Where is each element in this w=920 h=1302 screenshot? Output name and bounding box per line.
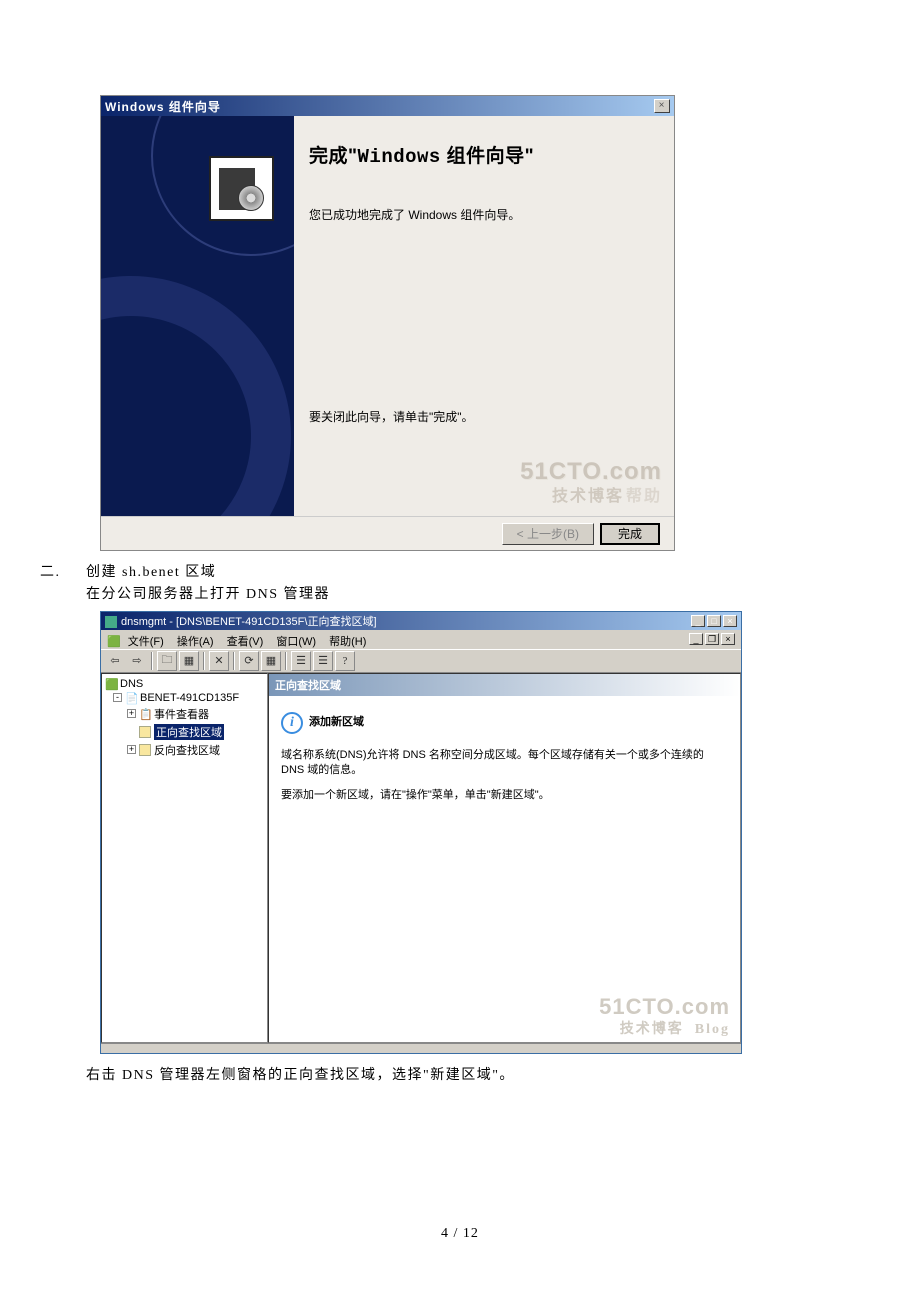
up-folder-icon[interactable]: 🗀 [157, 651, 177, 671]
detail-header: 正向查找区域 [269, 674, 740, 696]
page-number: 4 / 12 [0, 1226, 920, 1242]
nav-fwd-icon[interactable]: ⇨ [127, 651, 147, 671]
menu-window[interactable]: 窗口(W) [276, 636, 316, 648]
mdi-minimize-icon[interactable]: _ [689, 633, 703, 645]
menu-help[interactable]: 帮助(H) [329, 636, 366, 648]
back-button: < 上一步(B) [502, 523, 594, 545]
maximize-icon[interactable]: □ [707, 615, 721, 627]
tree-forward-zones[interactable]: 正向查找区域 [154, 724, 224, 740]
dns-menubar: 🟩 文件(F) 操作(A) 查看(V) 窗口(W) 帮助(H) _ ❐ × [101, 630, 741, 649]
wizard-title-text: Windows 组件向导 [105, 98, 221, 115]
dns-tree-pane[interactable]: 🟩DNS -📄BENET-491CD135F +📋事件查看器 正向查找区域 +反… [101, 673, 268, 1043]
delete-icon[interactable]: ✕ [209, 651, 229, 671]
menu-action[interactable]: 操作(A) [177, 636, 214, 648]
section-2-sub: 在分公司服务器上打开 DNS 管理器 [40, 583, 820, 607]
close-icon[interactable]: × [654, 99, 670, 113]
wizard-button-row: < 上一步(B) 完成 [101, 516, 674, 550]
info-icon: i [281, 712, 303, 734]
tree-reverse-zones[interactable]: 反向查找区域 [154, 742, 220, 758]
watermark-site: 51CTO.com [599, 994, 730, 1020]
watermark-blog: 技术博客 Blog [620, 1018, 730, 1038]
dns-toolbar: ⇦ ⇨ 🗀 ▦ ✕ ⟳ ▦ ☰ ☰ ? [101, 649, 741, 673]
cd-box-icon [209, 156, 274, 221]
wizard-success-msg: 您已成功地完成了 Windows 组件向导。 [309, 206, 644, 224]
menu-file[interactable]: 文件(F) [128, 636, 164, 648]
menu-view[interactable]: 查看(V) [227, 636, 264, 648]
dns-titlebar: dnsmgmt - [DNS\BENET-491CD135F\正向查找区域] _… [101, 612, 741, 630]
server-icon: 📄 [125, 692, 137, 704]
dns-manager-window: dnsmgmt - [DNS\BENET-491CD135F\正向查找区域] _… [100, 611, 742, 1054]
mdi-close-icon[interactable]: × [721, 633, 735, 645]
wizard-dialog: Windows 组件向导 × 完成"Windows 组件向导" 您已成功地完成了… [100, 95, 675, 551]
list-icon[interactable]: ☰ [313, 651, 333, 671]
dns-detail-pane: 正向查找区域 i 添加新区域 域名称系统(DNS)允许将 DNS 名称空间分成区… [268, 673, 741, 1043]
export-icon[interactable]: ▦ [261, 651, 281, 671]
wizard-titlebar: Windows 组件向导 × [101, 96, 674, 116]
wizard-sidebar [101, 116, 294, 516]
add-zone-label: 添加新区域 [309, 715, 364, 730]
instruction-below-dns: 右击 DNS 管理器左侧窗格的正向查找区域，选择"新建区域"。 [86, 1064, 820, 1088]
zone-hint: 要添加一个新区域，请在"操作"菜单，单击"新建区域"。 [281, 788, 728, 803]
tree-root[interactable]: DNS [120, 678, 143, 690]
dns-statusbar [101, 1043, 741, 1053]
properties-icon[interactable]: ☰ [291, 651, 311, 671]
expander-icon[interactable]: + [127, 745, 136, 754]
watermark-site: 51CTO.com [520, 458, 662, 486]
expander-icon[interactable]: + [127, 709, 136, 718]
zone-desc: 域名称系统(DNS)允许将 DNS 名称空间分成区域。每个区域存储有关一个或多个… [281, 748, 728, 779]
nav-back-icon[interactable]: ⇦ [105, 651, 125, 671]
tree-events[interactable]: 事件查看器 [154, 706, 209, 722]
tree-server[interactable]: BENET-491CD135F [140, 692, 239, 704]
dns-title-text: dnsmgmt - [DNS\BENET-491CD135F\正向查找区域] [121, 616, 377, 628]
finish-button[interactable]: 完成 [600, 523, 660, 545]
wizard-close-hint: 要关闭此向导，请单击"完成"。 [309, 408, 474, 426]
expander-icon[interactable]: - [113, 693, 122, 702]
minimize-icon[interactable]: _ [691, 615, 705, 627]
close-icon[interactable]: × [723, 615, 737, 627]
add-zone-row: i 添加新区域 [281, 712, 728, 734]
watermark-blog: 技术博客帮助 [552, 482, 662, 506]
refresh-icon[interactable]: ⟳ [239, 651, 259, 671]
events-icon: 📋 [139, 708, 151, 720]
wizard-heading: 完成"Windows 组件向导" [309, 141, 644, 168]
mdi-restore-icon[interactable]: ❐ [705, 633, 719, 645]
show-hide-icon[interactable]: ▦ [179, 651, 199, 671]
dns-app-icon [105, 616, 117, 628]
folder-icon [139, 744, 151, 756]
wizard-content: 完成"Windows 组件向导" 您已成功地完成了 Windows 组件向导。 … [294, 116, 674, 516]
dns-root-icon: 🟩 [105, 678, 117, 690]
folder-open-icon [139, 726, 151, 738]
help-icon[interactable]: ? [335, 651, 355, 671]
section-2-heading: 二.创建 sh.benet 区域 [40, 561, 820, 585]
